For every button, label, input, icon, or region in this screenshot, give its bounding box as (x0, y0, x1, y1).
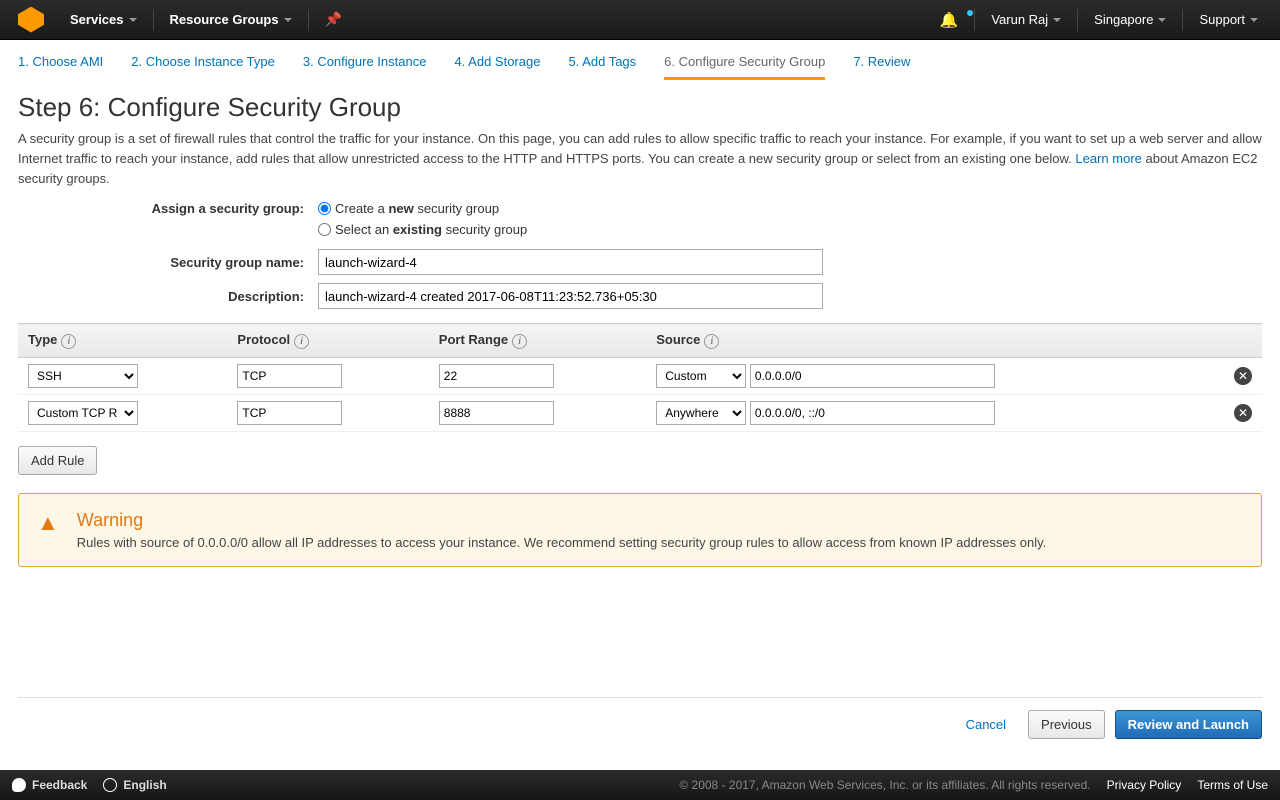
tab-choose-ami[interactable]: 1. Choose AMI (18, 54, 103, 80)
sg-name-input[interactable] (318, 249, 823, 275)
feedback-button[interactable]: Feedback (12, 778, 87, 792)
page-description: A security group is a set of firewall ru… (18, 129, 1262, 189)
divider (153, 9, 154, 31)
tab-add-tags[interactable]: 5. Add Tags (568, 54, 636, 80)
col-source: Sourcei (646, 324, 1224, 358)
divider (1182, 9, 1183, 31)
aws-logo-icon[interactable] (18, 7, 44, 33)
language-label: English (123, 778, 166, 792)
tab-configure-instance[interactable]: 3. Configure Instance (303, 54, 427, 80)
cancel-button[interactable]: Cancel (954, 710, 1018, 739)
page-content: Step 6: Configure Security Group A secur… (0, 80, 1280, 777)
nav-account[interactable]: Varun Raj (979, 12, 1073, 27)
rule-source-input[interactable] (750, 364, 995, 388)
warning-body: Rules with source of 0.0.0.0/0 allow all… (77, 535, 1046, 550)
nav-services-label: Services (70, 12, 124, 27)
sg-description-input[interactable] (318, 283, 823, 309)
caret-down-icon (1250, 18, 1258, 22)
remove-rule-icon[interactable]: ✕ (1234, 404, 1252, 422)
nav-account-label: Varun Raj (991, 12, 1048, 27)
nav-support-label: Support (1199, 12, 1245, 27)
top-navbar: Services Resource Groups 📌 🔔 Varun Raj S… (0, 0, 1280, 40)
learn-more-link[interactable]: Learn more (1075, 151, 1141, 166)
divider (974, 9, 975, 31)
rule-type-select[interactable]: Custom TCP Rule (28, 401, 138, 425)
sg-description-label: Description: (18, 289, 318, 304)
caret-down-icon (1053, 18, 1061, 22)
tab-configure-security-group[interactable]: 6. Configure Security Group (664, 54, 825, 80)
warning-title: Warning (77, 510, 1046, 531)
bottom-bar: Feedback English © 2008 - 2017, Amazon W… (0, 770, 1280, 800)
language-button[interactable]: English (103, 778, 166, 792)
radio-select-existing-text: Select an existing security group (335, 222, 527, 237)
info-icon[interactable]: i (294, 334, 309, 349)
rule-port-input[interactable] (439, 364, 554, 388)
rule-source-input[interactable] (750, 401, 995, 425)
nav-support[interactable]: Support (1187, 12, 1270, 27)
rule-protocol-input[interactable] (237, 364, 342, 388)
col-protocol: Protocoli (227, 324, 428, 358)
sg-name-label: Security group name: (18, 255, 318, 270)
pin-shortcut-icon[interactable]: 📌 (313, 11, 354, 28)
rules-table: Typei Protocoli Port Rangei Sourcei SSH … (18, 323, 1262, 432)
radio-select-existing[interactable]: Select an existing security group (318, 222, 527, 237)
globe-icon (103, 778, 117, 792)
remove-rule-icon[interactable]: ✕ (1234, 367, 1252, 385)
caret-down-icon (284, 18, 292, 22)
privacy-policy-link[interactable]: Privacy Policy (1107, 778, 1182, 792)
nav-resource-groups-label: Resource Groups (170, 12, 279, 27)
terms-of-use-link[interactable]: Terms of Use (1197, 778, 1268, 792)
rule-port-input[interactable] (439, 401, 554, 425)
nav-region[interactable]: Singapore (1082, 12, 1178, 27)
rule-source-mode-select[interactable]: Custom (656, 364, 746, 388)
caret-down-icon (1158, 18, 1166, 22)
warning-panel: ▲ Warning Rules with source of 0.0.0.0/0… (18, 493, 1262, 567)
page-title: Step 6: Configure Security Group (18, 92, 1262, 123)
info-icon[interactable]: i (512, 334, 527, 349)
info-icon[interactable]: i (61, 334, 76, 349)
speech-icon (12, 778, 26, 792)
previous-button[interactable]: Previous (1028, 710, 1105, 739)
wizard-tabs: 1. Choose AMI 2. Choose Instance Type 3.… (0, 40, 1280, 80)
radio-create-new[interactable]: Create a new security group (318, 201, 499, 216)
tab-choose-instance-type[interactable]: 2. Choose Instance Type (131, 54, 275, 80)
col-type: Typei (18, 324, 227, 358)
rule-source-mode-select[interactable]: Anywhere (656, 401, 746, 425)
copyright-text: © 2008 - 2017, Amazon Web Services, Inc.… (679, 778, 1090, 792)
assign-sg-label: Assign a security group: (18, 201, 318, 216)
nav-services[interactable]: Services (58, 12, 149, 27)
add-rule-button[interactable]: Add Rule (18, 446, 97, 475)
col-port: Port Rangei (429, 324, 646, 358)
nav-resource-groups[interactable]: Resource Groups (158, 12, 304, 27)
footer-actions: Cancel Previous Review and Launch (18, 697, 1262, 757)
radio-select-existing-input[interactable] (318, 223, 331, 236)
divider (1077, 9, 1078, 31)
notifications-icon[interactable]: 🔔 (928, 11, 971, 29)
tab-add-storage[interactable]: 4. Add Storage (454, 54, 540, 80)
table-row: SSH Custom ✕ (18, 358, 1262, 395)
rule-protocol-input[interactable] (237, 401, 342, 425)
tab-review[interactable]: 7. Review (853, 54, 910, 80)
rule-type-select[interactable]: SSH (28, 364, 138, 388)
table-row: Custom TCP Rule Anywhere ✕ (18, 395, 1262, 432)
divider (308, 9, 309, 31)
caret-down-icon (129, 18, 137, 22)
review-and-launch-button[interactable]: Review and Launch (1115, 710, 1262, 739)
info-icon[interactable]: i (704, 334, 719, 349)
radio-create-new-text: Create a new security group (335, 201, 499, 216)
warning-icon: ▲ (37, 510, 59, 550)
radio-create-new-input[interactable] (318, 202, 331, 215)
nav-region-label: Singapore (1094, 12, 1153, 27)
feedback-label: Feedback (32, 778, 87, 792)
